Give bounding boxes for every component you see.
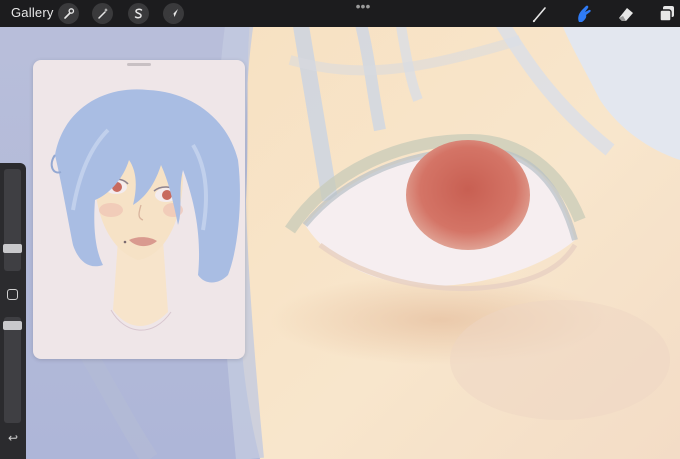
top-toolbar: Gallery ••• <box>0 0 680 27</box>
reference-portrait <box>50 89 240 331</box>
opacity-thumb[interactable] <box>3 321 22 330</box>
more-menu-button[interactable]: ••• <box>352 0 374 14</box>
brush-size-slider[interactable] <box>3 169 22 271</box>
eraser-icon[interactable] <box>615 3 637 25</box>
ellipsis-icon: ••• <box>355 0 371 14</box>
undo-arrow-icon[interactable]: ↩ <box>6 431 20 445</box>
transform-button[interactable] <box>163 3 184 24</box>
left-sidebar: ↩ <box>0 163 26 459</box>
magic-wand-icon <box>98 8 108 19</box>
brush-icon[interactable] <box>529 3 551 25</box>
reference-window[interactable] <box>33 60 245 359</box>
arrow-cursor-icon <box>169 9 178 18</box>
selection-button[interactable] <box>128 3 149 24</box>
opacity-slider[interactable] <box>3 317 22 423</box>
actions-button[interactable] <box>58 3 79 24</box>
gallery-button[interactable]: Gallery <box>11 5 54 20</box>
brush-size-thumb[interactable] <box>3 244 22 253</box>
smudge-finger-icon[interactable] <box>573 3 595 25</box>
selection-s-icon <box>134 8 143 19</box>
layers-icon[interactable] <box>656 3 678 25</box>
wrench-icon <box>64 8 75 19</box>
adjustments-button[interactable] <box>92 3 113 24</box>
square-icon[interactable] <box>7 289 18 300</box>
